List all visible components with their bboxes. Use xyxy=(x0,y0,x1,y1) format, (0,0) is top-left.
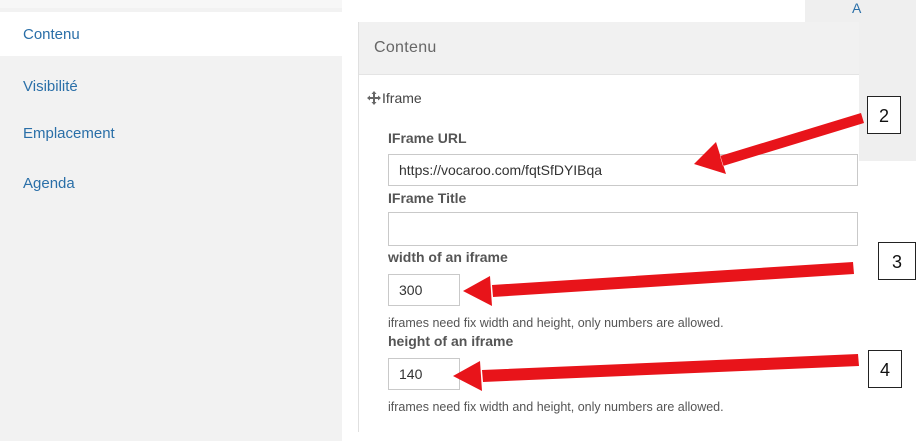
arrow-3 xyxy=(463,262,854,306)
annotation-number-3: 3 xyxy=(878,242,916,280)
annotation-number-4: 4 xyxy=(868,350,902,388)
arrow-4 xyxy=(453,354,859,391)
arrow-2 xyxy=(694,113,864,174)
annotation-number-2: 2 xyxy=(867,96,901,134)
annotation-arrows xyxy=(453,113,864,391)
